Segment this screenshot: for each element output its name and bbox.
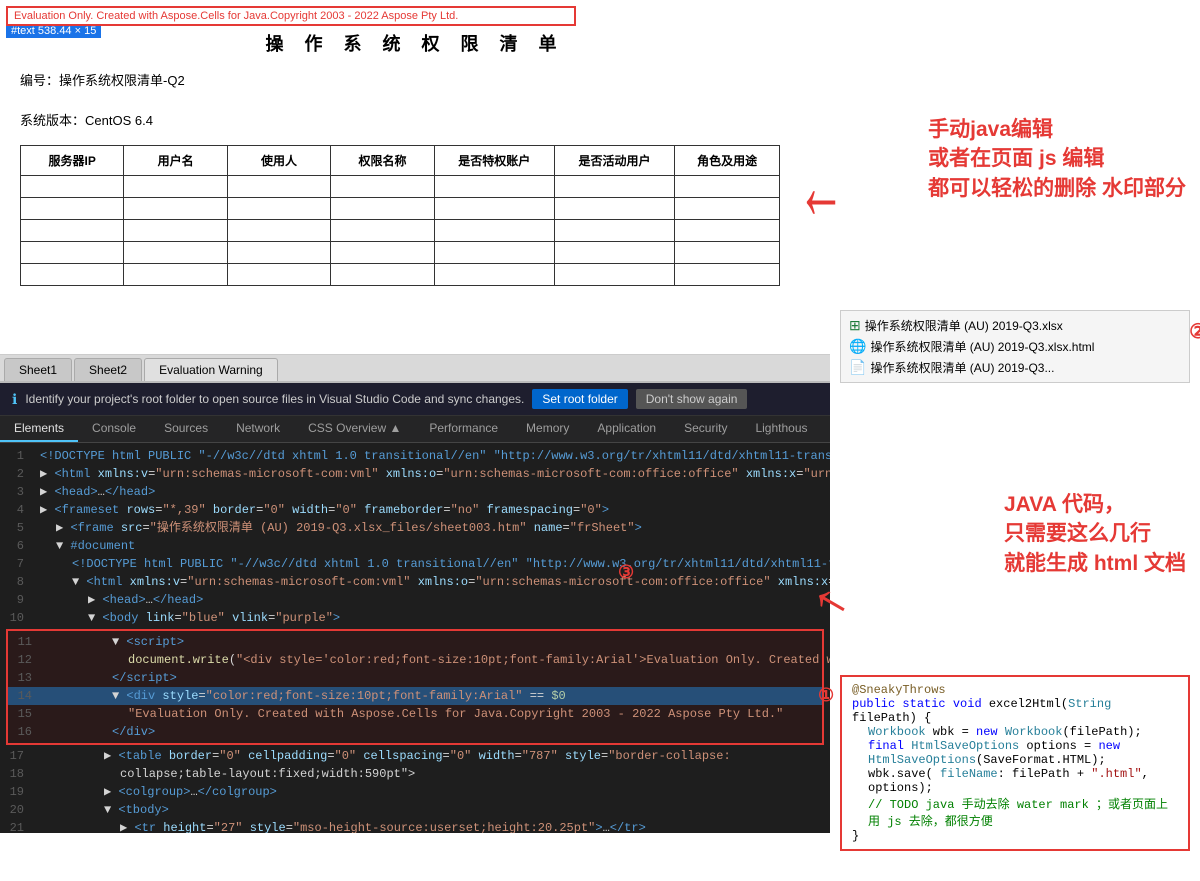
col-header-ip: 服务器IP — [21, 146, 124, 176]
web-icon: 🌐 — [849, 338, 866, 355]
code-line: 15 "Evaluation Only. Created with Aspose… — [8, 705, 822, 723]
doc-subtitle: 编号：操作系统权限清单-Q2 — [20, 70, 185, 89]
tab-security[interactable]: Security — [670, 416, 741, 442]
tab-application[interactable]: Application — [583, 416, 670, 442]
highlight-box-script: 11 ▼ <script> 12 document.write("<div st… — [6, 629, 824, 745]
file-name-excel: 操作系统权限清单 (AU) 2019-Q3.xlsx — [865, 317, 1063, 334]
sheet-tab-2[interactable]: Sheet2 — [74, 358, 142, 381]
code-line: 6 ▼ #document — [0, 537, 830, 555]
vscode-banner-text: Identify your project's root folder to o… — [25, 392, 524, 406]
code-line: 5 ▶ <frame src="操作系统权限清单 (AU) 2019-Q3.xl… — [0, 519, 830, 537]
code-line-selected: 14 ▼ <div style="color:red;font-size:10p… — [8, 687, 822, 705]
java-line-3: final HtmlSaveOptions options = new Html… — [852, 739, 1178, 767]
col-header-role: 角色及用途 — [675, 146, 780, 176]
java-line-4: wbk.save( fileName: filePath + ".html", … — [852, 767, 1178, 795]
code-line: 8 ▼ <html xmlns:v="urn:schemas-microsoft… — [0, 573, 830, 591]
java-code-box: ① @SneakyThrows public static void excel… — [840, 675, 1190, 851]
tab-lighthouse[interactable]: Lighthous — [741, 416, 821, 442]
sheet-tab-warning[interactable]: Evaluation Warning — [144, 358, 278, 381]
code-line: 3 ▶ <head>…</head> — [0, 483, 830, 501]
tab-memory[interactable]: Memory — [512, 416, 583, 442]
annotation-box-2: JAVA 代码， 只需要这么几行 就能生成 html 文档 — [1004, 490, 1186, 578]
tab-css-overview[interactable]: CSS Overview ▲ — [294, 416, 415, 442]
file-item: ⊞ 操作系统权限清单 (AU) 2019-Q3.xlsx — [849, 315, 1181, 336]
code-line: 7 <!DOCTYPE html PUBLIC "-//w3c//dtd xht… — [0, 555, 830, 573]
file-item: 📄 操作系统权限清单 (AU) 2019-Q3... — [849, 357, 1181, 378]
devtools-tabs: Elements Console Sources Network CSS Ove… — [0, 416, 830, 443]
code-line: 10 ▼ <body link="blue" vlink="purple"> — [0, 609, 830, 627]
java-line-2: Workbook wbk = new Workbook(filePath); — [852, 725, 1178, 739]
info-icon: ℹ — [12, 391, 17, 408]
annotation-text-2: JAVA 代码， 只需要这么几行 就能生成 html 文档 — [1004, 490, 1186, 578]
tab-network[interactable]: Network — [222, 416, 294, 442]
dont-show-button[interactable]: Don't show again — [636, 389, 748, 409]
sheet-tabs: Sheet1 Sheet2 Evaluation Warning — [0, 355, 830, 383]
table-row — [21, 220, 780, 242]
code-line: 18 collapse;table-layout:fixed;width:590… — [0, 765, 830, 783]
sheet-tab-1[interactable]: Sheet1 — [4, 358, 72, 381]
table-row — [21, 176, 780, 198]
code-line: 2 ▶ <html xmlns:v="urn:schemas-microsoft… — [0, 465, 830, 483]
table-row — [21, 242, 780, 264]
annotation-text-1: 手动java编辑 或者在页面 js 编辑 都可以轻松的删除 水印部分 — [928, 115, 1186, 203]
col-header-username: 用户名 — [124, 146, 227, 176]
left-panel: Evaluation Only. Created with Aspose.Cel… — [0, 0, 830, 881]
excel-icon: ⊞ — [849, 317, 861, 334]
file-list: ⊞ 操作系统权限清单 (AU) 2019-Q3.xlsx 🌐 操作系统权限清单 … — [840, 310, 1190, 383]
tab-console[interactable]: Console — [78, 416, 150, 442]
code-line: 11 ▼ <script> — [8, 633, 822, 651]
java-line-6: } — [852, 829, 1178, 843]
java-line-5: // TODO java 手动去除 water mark ；或者页面上 用 js… — [852, 795, 1178, 829]
file-name-other: 操作系统权限清单 (AU) 2019-Q3... — [870, 359, 1054, 376]
file-item: 🌐 操作系统权限清单 (AU) 2019-Q3.xlsx.html — [849, 336, 1181, 357]
code-line: 20 ▼ <tbody> — [0, 801, 830, 819]
code-line: 16 </div> — [8, 723, 822, 741]
col-header-user: 使用人 — [227, 146, 330, 176]
code-line: 1 <!DOCTYPE html PUBLIC "-//w3c//dtd xht… — [0, 447, 830, 465]
col-header-perm: 权限名称 — [331, 146, 434, 176]
code-line: 19 ▶ <colgroup>…</colgroup> — [0, 783, 830, 801]
java-annotation: @SneakyThrows — [852, 683, 1178, 697]
watermark-bar: Evaluation Only. Created with Aspose.Cel… — [6, 6, 576, 26]
watermark-text: Evaluation Only. Created with Aspose.Cel… — [14, 10, 458, 22]
spreadsheet-area: Evaluation Only. Created with Aspose.Cel… — [0, 0, 830, 355]
table-row — [21, 264, 780, 286]
annotation-box-1: 手动java编辑 或者在页面 js 编辑 都可以轻松的删除 水印部分 — [928, 115, 1186, 203]
code-line: 21 ▶ <tr height="27" style="mso-height-s… — [0, 819, 830, 833]
set-root-folder-button[interactable]: Set root folder — [532, 389, 627, 409]
col-header-active: 是否活动用户 — [554, 146, 674, 176]
java-line-1: public static void excel2Html(String fil… — [852, 697, 1178, 725]
code-area[interactable]: 1 <!DOCTYPE html PUBLIC "-//w3c//dtd xht… — [0, 443, 830, 833]
file-name-html: 操作系统权限清单 (AU) 2019-Q3.xlsx.html — [870, 338, 1094, 355]
code-line: 13 </script> — [8, 669, 822, 687]
tab-elements[interactable]: Elements — [0, 416, 78, 442]
main-wrapper: Evaluation Only. Created with Aspose.Cel… — [0, 0, 1200, 881]
doc-version: 系统版本：CentOS 6.4 — [20, 110, 153, 129]
circle-num-2: ② — [1189, 319, 1200, 344]
table-row — [21, 198, 780, 220]
vscode-banner: ℹ Identify your project's root folder to… — [0, 383, 830, 416]
tab-sources[interactable]: Sources — [150, 416, 222, 442]
code-line: 17 ▶ <table border="0" cellpadding="0" c… — [0, 747, 830, 765]
code-line: 4 ▶ <frameset rows="*,39" border="0" wid… — [0, 501, 830, 519]
file-icon: 📄 — [849, 359, 866, 376]
code-line: 9 ▶ <head>…</head> — [0, 591, 830, 609]
tab-performance[interactable]: Performance — [415, 416, 512, 442]
col-header-priv: 是否特权账户 — [434, 146, 554, 176]
doc-title: 操 作 系 统 权 限 清 单 — [0, 30, 830, 56]
doc-table: 服务器IP 用户名 使用人 权限名称 是否特权账户 是否活动用户 角色及用途 — [20, 145, 780, 286]
code-line: 12 document.write("<div style='color:red… — [8, 651, 822, 669]
